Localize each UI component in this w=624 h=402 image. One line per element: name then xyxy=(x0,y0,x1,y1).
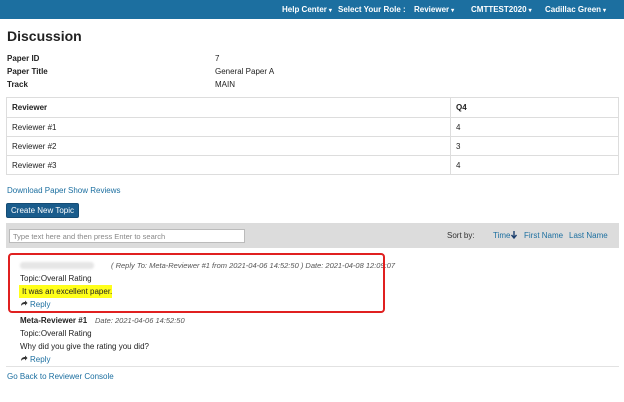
track-label: Track xyxy=(7,80,28,89)
score-cell: 4 xyxy=(450,155,619,175)
role-menu[interactable]: Reviewer ▾ xyxy=(414,0,454,19)
paper-id-label: Paper ID xyxy=(7,54,40,63)
score-cell: 4 xyxy=(450,117,619,137)
select-role-label: Select Your Role : xyxy=(338,5,406,14)
sort-by-label: Sort by: xyxy=(447,231,475,240)
track-value: MAIN xyxy=(215,80,235,89)
divider xyxy=(6,366,619,367)
column-header-q4: Q4 xyxy=(450,97,619,118)
conference-menu[interactable]: CMTTEST2020 ▾ xyxy=(471,0,532,19)
paper-title-value: General Paper A xyxy=(215,67,275,76)
back-to-reviewer-console-link[interactable]: Go Back to Reviewer Console xyxy=(7,372,114,381)
caret-down-icon: ▾ xyxy=(328,8,332,14)
help-center-menu[interactable]: Help Center ▾ xyxy=(282,0,332,19)
reply-arrow-icon xyxy=(21,355,28,361)
table-header-row: Reviewer Q4 xyxy=(6,97,619,118)
create-new-topic-button[interactable]: Create New Topic xyxy=(6,203,79,218)
table-row: Reviewer #2 3 xyxy=(6,136,619,156)
reviews-table: Reviewer Q4 Reviewer #1 4 Reviewer #2 3 … xyxy=(6,97,619,175)
arrow-down-icon xyxy=(511,231,518,240)
column-header-reviewer: Reviewer xyxy=(6,97,451,118)
sort-by-first-name-link[interactable]: First Name xyxy=(524,231,563,240)
annotation-highlight-box xyxy=(8,253,385,313)
caret-down-icon: ▾ xyxy=(451,8,455,14)
sort-by-last-name-link[interactable]: Last Name xyxy=(569,231,608,240)
post-body: Why did you give the rating you did? xyxy=(20,342,149,351)
show-reviews-link[interactable]: Show Reviews xyxy=(68,186,120,195)
search-input[interactable] xyxy=(9,229,245,243)
paper-title-label: Paper Title xyxy=(7,67,48,76)
table-row: Reviewer #3 4 xyxy=(6,155,619,175)
reply-link[interactable]: Reply xyxy=(20,355,50,364)
post-topic: Topic:Overall Rating xyxy=(20,329,92,338)
table-row: Reviewer #1 4 xyxy=(6,117,619,137)
reviewer-cell: Reviewer #3 xyxy=(6,155,451,175)
caret-down-icon: ▾ xyxy=(603,8,607,14)
caret-down-icon: ▾ xyxy=(528,8,532,14)
score-cell: 3 xyxy=(450,136,619,156)
page-title: Discussion xyxy=(7,28,82,44)
paper-id-value: 7 xyxy=(215,54,220,63)
post-meta: Date: 2021-04-06 14:52:50 xyxy=(95,316,185,325)
post-author: Meta-Reviewer #1 xyxy=(20,316,88,325)
reviewer-cell: Reviewer #2 xyxy=(6,136,451,156)
download-paper-link[interactable]: Download Paper xyxy=(7,186,66,195)
sort-by-time-link[interactable]: Time xyxy=(493,231,518,240)
reviewer-cell: Reviewer #1 xyxy=(6,117,451,137)
user-menu[interactable]: Cadillac Green ▾ xyxy=(545,0,606,19)
